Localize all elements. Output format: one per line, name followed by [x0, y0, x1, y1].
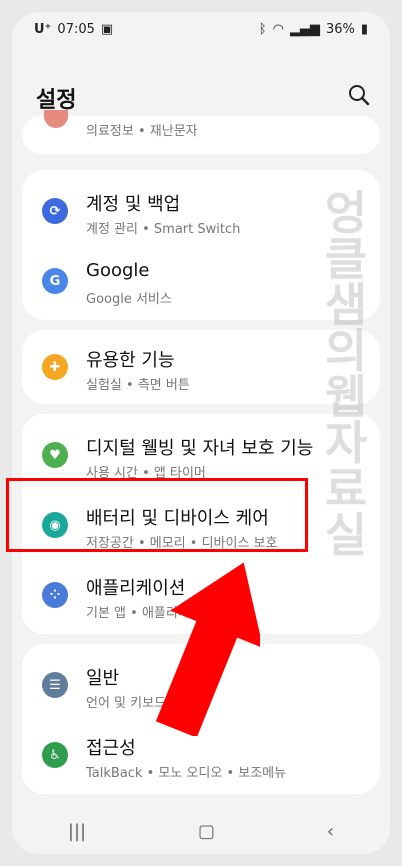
item-title: 일반	[86, 668, 120, 689]
accessibility-icon: ♿	[42, 742, 68, 768]
carrier-label: U⁺	[34, 21, 52, 37]
item-title: Google	[86, 260, 150, 281]
item-title: 계정 및 백업	[86, 194, 181, 215]
status-time: 07:05	[57, 21, 95, 37]
item-title: 접근성	[86, 738, 136, 759]
bluetooth-icon: ᛒ	[258, 21, 267, 37]
item-subtitle: 실험실 • 측면 버튼	[86, 378, 190, 393]
watermark-text: 엉클샘의웹자료실	[324, 186, 368, 562]
signal-icon: ▂▄▆	[289, 21, 320, 37]
gallery-notification-icon: ▣	[100, 21, 114, 37]
item-subtitle: TalkBack • 모노 오디오 • 보조메뉴	[86, 766, 287, 781]
item-subtitle: 계정 관리 • Smart Switch	[86, 222, 241, 237]
settings-card-partial: 의료정보 • 재난문자	[22, 110, 380, 154]
item-title: 배터리 및 디바이스 케어	[86, 508, 269, 529]
search-icon[interactable]	[344, 80, 374, 110]
pointer-arrow-icon	[155, 562, 260, 736]
item-subtitle: 저장공간 • 메모리 • 디바이스 보호	[86, 536, 278, 551]
plus-badge-icon: ✚	[42, 354, 68, 380]
home-icon[interactable]: ▢	[198, 821, 215, 842]
wifi-icon: ◠	[272, 21, 284, 37]
apps-grid-icon: ⁘	[42, 582, 68, 608]
item-subtitle: Google 서비스	[86, 292, 172, 307]
battery-level: 36%	[325, 21, 355, 37]
item-subtitle: 사용 시간 • 앱 타이머	[86, 466, 206, 481]
sync-icon: ⟳	[42, 198, 68, 224]
status-bar: U⁺ 07:05 ▣ ᛒ ◠ ▂▄▆ 36% ▮	[12, 12, 390, 46]
battery-icon: ▮	[360, 21, 368, 37]
navigation-bar: ||| ▢ ‹	[12, 808, 390, 854]
google-icon: G	[42, 268, 68, 294]
safety-icon	[44, 110, 68, 128]
heart-circle-icon: ♥	[42, 442, 68, 468]
item-title: 디지털 웰빙 및 자녀 보호 기능	[86, 438, 314, 459]
back-icon[interactable]: ‹	[327, 821, 334, 842]
device-care-icon: ◉	[42, 512, 68, 538]
recent-apps-icon[interactable]: |||	[68, 821, 86, 842]
item-title: 유용한 기능	[86, 350, 175, 371]
partial-item-subtitle: 의료정보 • 재난문자	[86, 124, 198, 139]
sliders-icon: ☰	[42, 672, 68, 698]
